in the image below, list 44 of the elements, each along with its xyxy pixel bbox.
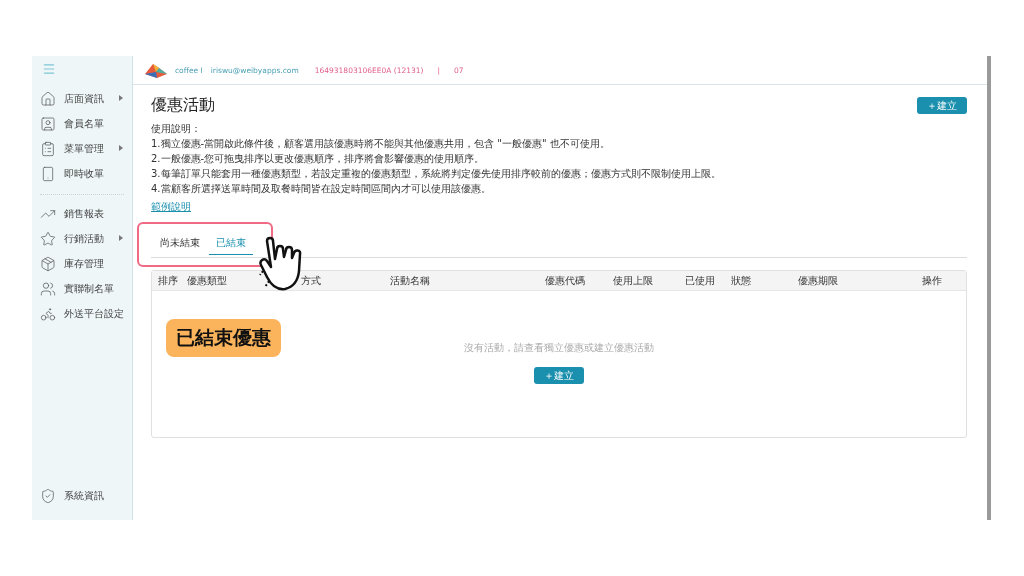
column-header: 方式	[301, 273, 322, 288]
sidebar-icon	[40, 115, 56, 132]
sidebar-icon	[40, 255, 56, 272]
sidebar-icon	[40, 90, 56, 107]
instruction-line: 1.獨立優惠-當開啟此條件後，顧客選用該優惠時將不能與其他優惠共用，包含 "一般優惠" 也不可使用。	[151, 137, 611, 150]
column-header: 狀態	[731, 273, 752, 288]
sidebar-item[interactable]: 系統資訊	[32, 483, 132, 508]
sidebar-item[interactable]: 實聯制名單	[32, 276, 132, 301]
instruction-line: 4.當顧客所選擇送單時間及取餐時間皆在設定時間區間內才可以使用該優惠。	[151, 182, 492, 195]
example-link[interactable]: 範例說明	[151, 201, 191, 212]
create-button[interactable]: ＋建立	[917, 97, 967, 114]
sidebar-icon	[40, 140, 56, 157]
sidebar-icon	[40, 305, 56, 322]
column-header: 操作	[922, 273, 942, 288]
empty-message: 沒有活動，請查看獨立優惠或建立優惠活動	[464, 341, 654, 355]
instruction-line: 3.每筆訂單只能套用一種優惠類型，若設定重複的優惠類型，系統將判定優先使用排序較前的優惠；優惠方式則不限制使用上限。	[151, 167, 722, 180]
sidebar-icon	[40, 165, 56, 182]
sidebar-item[interactable]: 即時收單	[32, 161, 132, 186]
column-header: 優惠期限	[798, 273, 839, 288]
sidebar-icon	[40, 280, 56, 297]
create-button[interactable]: ＋建立	[534, 367, 584, 384]
column-header: 使用上限	[613, 273, 654, 288]
sidebar-item[interactable]: 庫存管理	[32, 251, 132, 276]
logo-icon	[145, 62, 167, 78]
column-header: 優惠類型	[187, 273, 228, 288]
sidebar-item[interactable]: 行銷活動	[32, 226, 132, 251]
instructions-title: 使用說明：	[151, 122, 202, 135]
instruction-line: 2.一般優惠-您可拖曳排序以更改優惠順序，排序將會影響優惠的使用順序。	[151, 152, 486, 165]
tab[interactable]: 已結束	[209, 230, 253, 255]
column-header: 排序	[158, 273, 179, 288]
column-header: 已使用	[685, 273, 716, 288]
sidebar-item[interactable]: 外送平台設定	[32, 301, 132, 326]
menu-icon[interactable]	[42, 62, 56, 76]
column-header: 優惠代碼	[545, 273, 586, 288]
sidebar-item[interactable]: 店面資訊	[32, 86, 132, 111]
sidebar-item[interactable]: 銷售報表	[32, 201, 132, 226]
sidebar-item[interactable]: 會員名單	[32, 111, 132, 136]
column-header: 活動名稱	[390, 273, 431, 288]
shield-icon	[40, 487, 56, 504]
tab[interactable]: 尚未結束	[153, 230, 207, 255]
annotation-label: 已結束優惠	[166, 319, 281, 357]
sidebar-icon	[40, 230, 56, 247]
sidebar-item[interactable]: 菜單管理	[32, 136, 132, 161]
page-title: 優惠活動	[151, 95, 215, 116]
